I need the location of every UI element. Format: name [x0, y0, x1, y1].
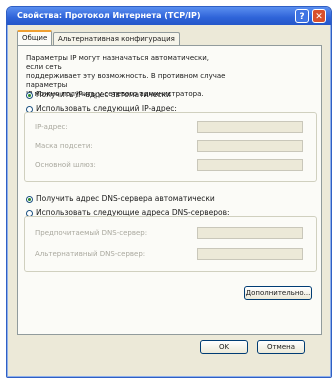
ip-auto-radio[interactable]: Получить IP-адрес автоматически	[26, 90, 171, 99]
dns-auto-radio[interactable]: Получить адрес DNS-сервера автоматически	[26, 194, 215, 203]
default-gateway-label: Основной шлюз:	[35, 161, 96, 169]
radio-selected-icon	[26, 195, 33, 203]
dns-server-group: Предпочитаемый DNS-сервер: Альтернативны…	[24, 216, 317, 272]
radio-selected-icon	[26, 91, 33, 99]
tab-alternate-configuration[interactable]: Альтернативная конфигурация	[53, 32, 180, 45]
ip-address-label: IP-адрес:	[35, 123, 68, 131]
alternate-dns-label: Альтернативный DNS-сервер:	[35, 250, 146, 258]
alternate-dns-field[interactable]	[197, 248, 303, 260]
subnet-mask-label: Маска подсети:	[35, 142, 93, 150]
dns-auto-label: Получить адрес DNS-сервера автоматически	[36, 194, 215, 203]
dialog-title: Свойства: Протокол Интернета (TCP/IP)	[17, 11, 201, 20]
ip-auto-label: Получить IP-адрес автоматически	[36, 90, 171, 99]
general-tab-panel: Параметры IP могут назначаться автоматич…	[17, 45, 322, 335]
subnet-mask-field[interactable]	[197, 140, 303, 152]
ip-address-group: IP-адрес: Маска подсети: Основной шлюз:	[24, 112, 317, 182]
properties-dialog: Свойства: Протокол Интернета (TCP/IP) ? …	[6, 6, 332, 378]
advanced-button[interactable]: Дополнительно...	[244, 286, 312, 300]
preferred-dns-label: Предпочитаемый DNS-сервер:	[35, 229, 148, 237]
title-bar[interactable]: Свойства: Протокол Интернета (TCP/IP) ? …	[7, 7, 331, 25]
cancel-button[interactable]: Отмена	[257, 340, 305, 354]
close-button[interactable]: ✕	[312, 9, 326, 23]
ip-address-field[interactable]	[197, 121, 303, 133]
ok-button[interactable]: OK	[200, 340, 248, 354]
default-gateway-field[interactable]	[197, 159, 303, 171]
tab-general[interactable]: Общие	[17, 30, 53, 45]
help-button[interactable]: ?	[295, 9, 309, 23]
preferred-dns-field[interactable]	[197, 227, 303, 239]
